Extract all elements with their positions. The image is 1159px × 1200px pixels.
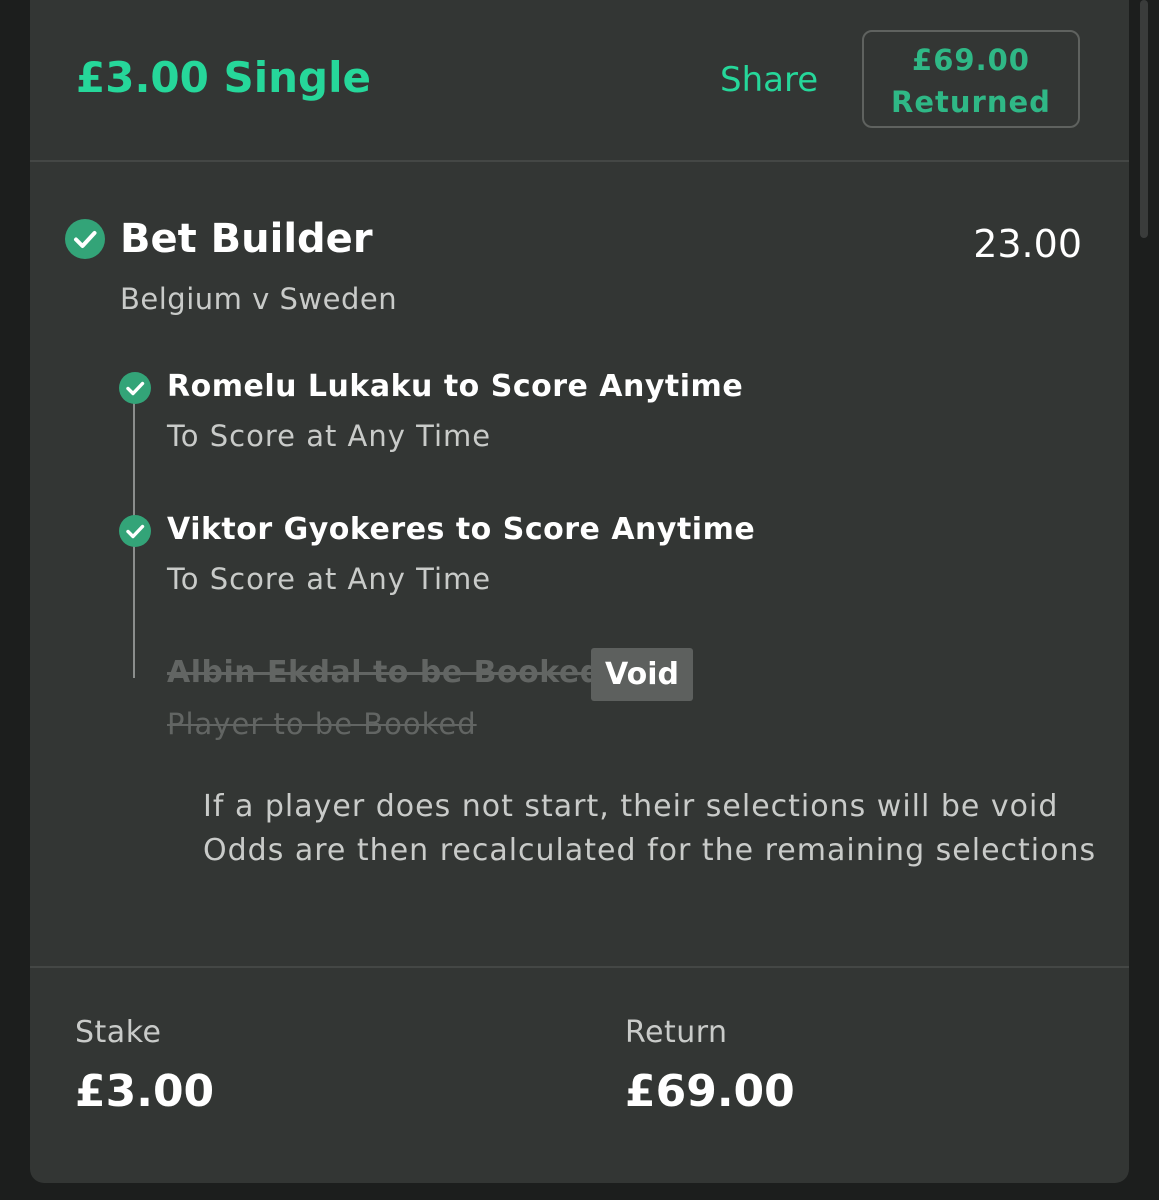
return-value: £69.00: [625, 1066, 795, 1117]
selection-market: To Score at Any Time: [167, 562, 492, 596]
stake-value: £3.00: [75, 1066, 215, 1117]
void-info-line: If a player does not start, their select…: [203, 789, 1059, 824]
returned-amount: £69.00: [912, 43, 1030, 77]
header-divider: [30, 160, 1129, 162]
share-button[interactable]: Share: [720, 58, 818, 102]
check-icon: [119, 372, 151, 404]
check-icon: [119, 515, 151, 547]
selection-market: To Score at Any Time: [167, 419, 492, 453]
void-badge: Void: [591, 648, 693, 701]
returned-button[interactable]: £69.00 Returned: [862, 30, 1080, 128]
bet-title: £3.00 Single: [76, 53, 371, 102]
scrollbar[interactable]: [1140, 0, 1148, 238]
check-icon: [65, 219, 105, 259]
return-label: Return: [625, 1015, 728, 1050]
bet-header: £3.00 Single Share £69.00 Returned: [30, 0, 1129, 160]
void-info-line: Odds are then recalculated for the remai…: [203, 833, 1097, 868]
match-name: Belgium v Sweden: [120, 282, 398, 316]
stake-label: Stake: [75, 1015, 162, 1050]
selection-title: Viktor Gyokeres to Score Anytime: [167, 512, 756, 547]
bet-card: £3.00 Single Share £69.00 Returned Bet B…: [30, 0, 1129, 1183]
selection-title-voided: Albin Ekdal to be Booked: [167, 655, 602, 690]
selection-title: Romelu Lukaku to Score Anytime: [167, 369, 744, 404]
bet-builder-title: Bet Builder: [120, 216, 373, 262]
bet-odds: 23.00: [973, 222, 1082, 266]
returned-label: Returned: [891, 85, 1051, 119]
footer-divider: [30, 966, 1129, 968]
selection-market-voided: Player to be Booked: [167, 707, 477, 741]
